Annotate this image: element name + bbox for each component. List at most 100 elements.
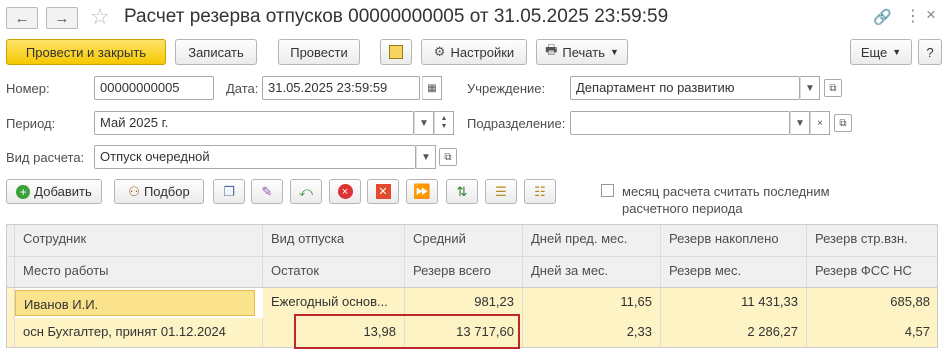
cell-reserve-fss[interactable]: 4,57 xyxy=(807,318,937,347)
open-external-icon: ⧉ xyxy=(839,117,847,129)
header-employee[interactable]: Сотрудник xyxy=(15,225,263,256)
delete-row-button[interactable]: × xyxy=(329,179,361,204)
edit-icon: ✎ xyxy=(261,183,273,199)
calc-type-open-button[interactable]: ⧉ xyxy=(439,148,457,166)
fill-button[interactable]: ⏩ xyxy=(406,179,438,204)
cell-reserve-accum[interactable]: 11 431,33 xyxy=(661,288,807,318)
clear-table-button[interactable]: ✕ xyxy=(367,179,399,204)
clear-icon: × xyxy=(817,117,823,129)
institution-dropdown-button[interactable]: ▼ xyxy=(800,76,820,100)
copy-row-button[interactable]: ❐ xyxy=(213,179,245,204)
calc-type-dropdown-button[interactable]: ▼ xyxy=(416,145,436,169)
print-button[interactable]: 🖶 Печать ▼ xyxy=(536,39,628,65)
plus-icon: + xyxy=(16,184,31,199)
forward-button[interactable]: → xyxy=(46,7,78,29)
last-period-checkbox[interactable] xyxy=(601,184,614,197)
post-and-close-button[interactable]: Провести и закрыть xyxy=(6,39,166,65)
division-field[interactable] xyxy=(570,111,790,135)
journal-button[interactable] xyxy=(380,39,412,65)
star-icon[interactable]: ☆ xyxy=(90,4,110,30)
header-reserve-accum[interactable]: Резерв накоплено xyxy=(661,225,807,256)
help-button[interactable]: ? xyxy=(918,39,942,65)
sort-button[interactable]: ☰ xyxy=(485,179,517,204)
document-journal-icon xyxy=(389,45,403,59)
header-remainder[interactable]: Остаток xyxy=(263,257,405,287)
chevron-up-icon: ▲ xyxy=(440,115,448,122)
gear-icon: ⚙ xyxy=(433,44,446,59)
date-label: Дата: xyxy=(226,81,259,96)
institution-field[interactable]: Департамент по развитию xyxy=(570,76,800,100)
last-period-checkbox-label: месяц расчета считать последним расчетно… xyxy=(622,183,830,217)
highlight-box xyxy=(294,314,520,349)
row-marker xyxy=(7,318,15,347)
cell-reserve-month[interactable]: 2 286,27 xyxy=(661,318,807,347)
division-dropdown-button[interactable]: ▼ xyxy=(790,111,810,135)
add-label: Добавить xyxy=(34,184,92,199)
delete-icon: × xyxy=(337,184,353,199)
period-dropdown-button[interactable]: ▼ xyxy=(414,111,434,135)
calendar-button[interactable]: ▦ xyxy=(422,76,442,100)
mark-icon: ⤺ xyxy=(299,183,313,199)
checkbox-text-line-1: месяц расчета считать последним xyxy=(622,184,830,199)
open-external-icon: ⧉ xyxy=(444,151,452,163)
more-label: Еще xyxy=(860,44,888,60)
cell-days-month[interactable]: 2,33 xyxy=(523,318,661,347)
period-label: Период: xyxy=(6,116,56,131)
header-reserve-fss[interactable]: Резерв ФСС НС xyxy=(807,257,937,287)
header-days-prev[interactable]: Дней пред. мес. xyxy=(523,225,661,256)
calculate-icon: ⇅ xyxy=(456,183,468,199)
save-button[interactable]: Записать xyxy=(175,39,257,65)
header-reserve-month[interactable]: Резерв мес. xyxy=(661,257,807,287)
edit-row-button[interactable]: ✎ xyxy=(251,179,283,204)
header-reserve-total[interactable]: Резерв всего xyxy=(405,257,523,287)
link-icon[interactable]: 🔗 xyxy=(873,8,892,26)
header-reserve-ins[interactable]: Резерв стр.взн. xyxy=(807,225,937,256)
cell-reserve-ins[interactable]: 685,88 xyxy=(807,288,937,318)
row-marker-header xyxy=(7,257,15,287)
table-header-row-bottom: Место работы Остаток Резерв всего Дней з… xyxy=(7,257,937,288)
period-spinner[interactable]: ▲ ▼ xyxy=(434,111,454,135)
people-pick-icon: ⚇ xyxy=(128,183,140,199)
date-field[interactable]: 31.05.2025 23:59:59 xyxy=(262,76,420,100)
number-label: Номер: xyxy=(6,81,50,96)
list-icon: ☷ xyxy=(534,183,546,199)
arrow-left-icon: ← xyxy=(14,9,30,27)
header-leave-type[interactable]: Вид отпуска xyxy=(263,225,405,256)
chevron-down-icon: ▼ xyxy=(795,117,805,129)
period-field[interactable]: Май 2025 г. xyxy=(94,111,414,135)
more-vertical-icon[interactable]: ⋮ xyxy=(905,6,921,26)
mark-button[interactable]: ⤺ xyxy=(290,179,322,204)
division-clear-button[interactable]: × xyxy=(810,111,830,135)
checkbox-text-line-2: расчетного периода xyxy=(622,201,743,216)
add-row-button[interactable]: + Добавить xyxy=(6,179,102,204)
chevron-down-icon: ▼ xyxy=(609,47,619,57)
settings-button[interactable]: ⚙ Настройки xyxy=(421,39,527,65)
more-button[interactable]: Еще ▼ xyxy=(850,39,912,65)
post-button[interactable]: Провести xyxy=(278,39,360,65)
number-field[interactable]: 00000000005 xyxy=(94,76,214,100)
row-marker xyxy=(7,288,15,318)
back-button[interactable]: ← xyxy=(6,7,38,29)
cell-days-prev[interactable]: 11,65 xyxy=(523,288,661,318)
page-title: Расчет резерва отпусков 00000000005 от 3… xyxy=(124,6,669,27)
calculate-button[interactable]: ⇅ xyxy=(446,179,478,204)
list-settings-button[interactable]: ☷ xyxy=(524,179,556,204)
division-open-button[interactable]: ⧉ xyxy=(834,114,852,132)
chevron-down-icon: ▼ xyxy=(419,117,429,129)
header-days-month[interactable]: Дней за мес. xyxy=(523,257,661,287)
fast-forward-icon: ⏩ xyxy=(413,183,431,199)
chevron-down-icon: ▼ xyxy=(892,47,902,57)
calc-type-field[interactable]: Отпуск очередной xyxy=(94,145,416,169)
header-workplace[interactable]: Место работы xyxy=(15,257,263,287)
chevron-down-icon: ▼ xyxy=(805,82,815,94)
close-icon[interactable]: × xyxy=(926,5,936,25)
list-sort-icon: ☰ xyxy=(495,183,507,199)
cell-workplace[interactable]: осн Бухгалтер, принят 01.12.2024 xyxy=(15,318,263,347)
header-average[interactable]: Средний xyxy=(405,225,523,256)
pick-button[interactable]: ⚇ Подбор xyxy=(114,179,204,204)
division-label: Подразделение: xyxy=(467,116,566,131)
cell-employee[interactable]: Иванов И.И. xyxy=(15,290,255,316)
print-label: Печать xyxy=(562,44,605,60)
institution-open-button[interactable]: ⧉ xyxy=(824,79,842,97)
clear-table-icon: ✕ xyxy=(375,184,391,199)
